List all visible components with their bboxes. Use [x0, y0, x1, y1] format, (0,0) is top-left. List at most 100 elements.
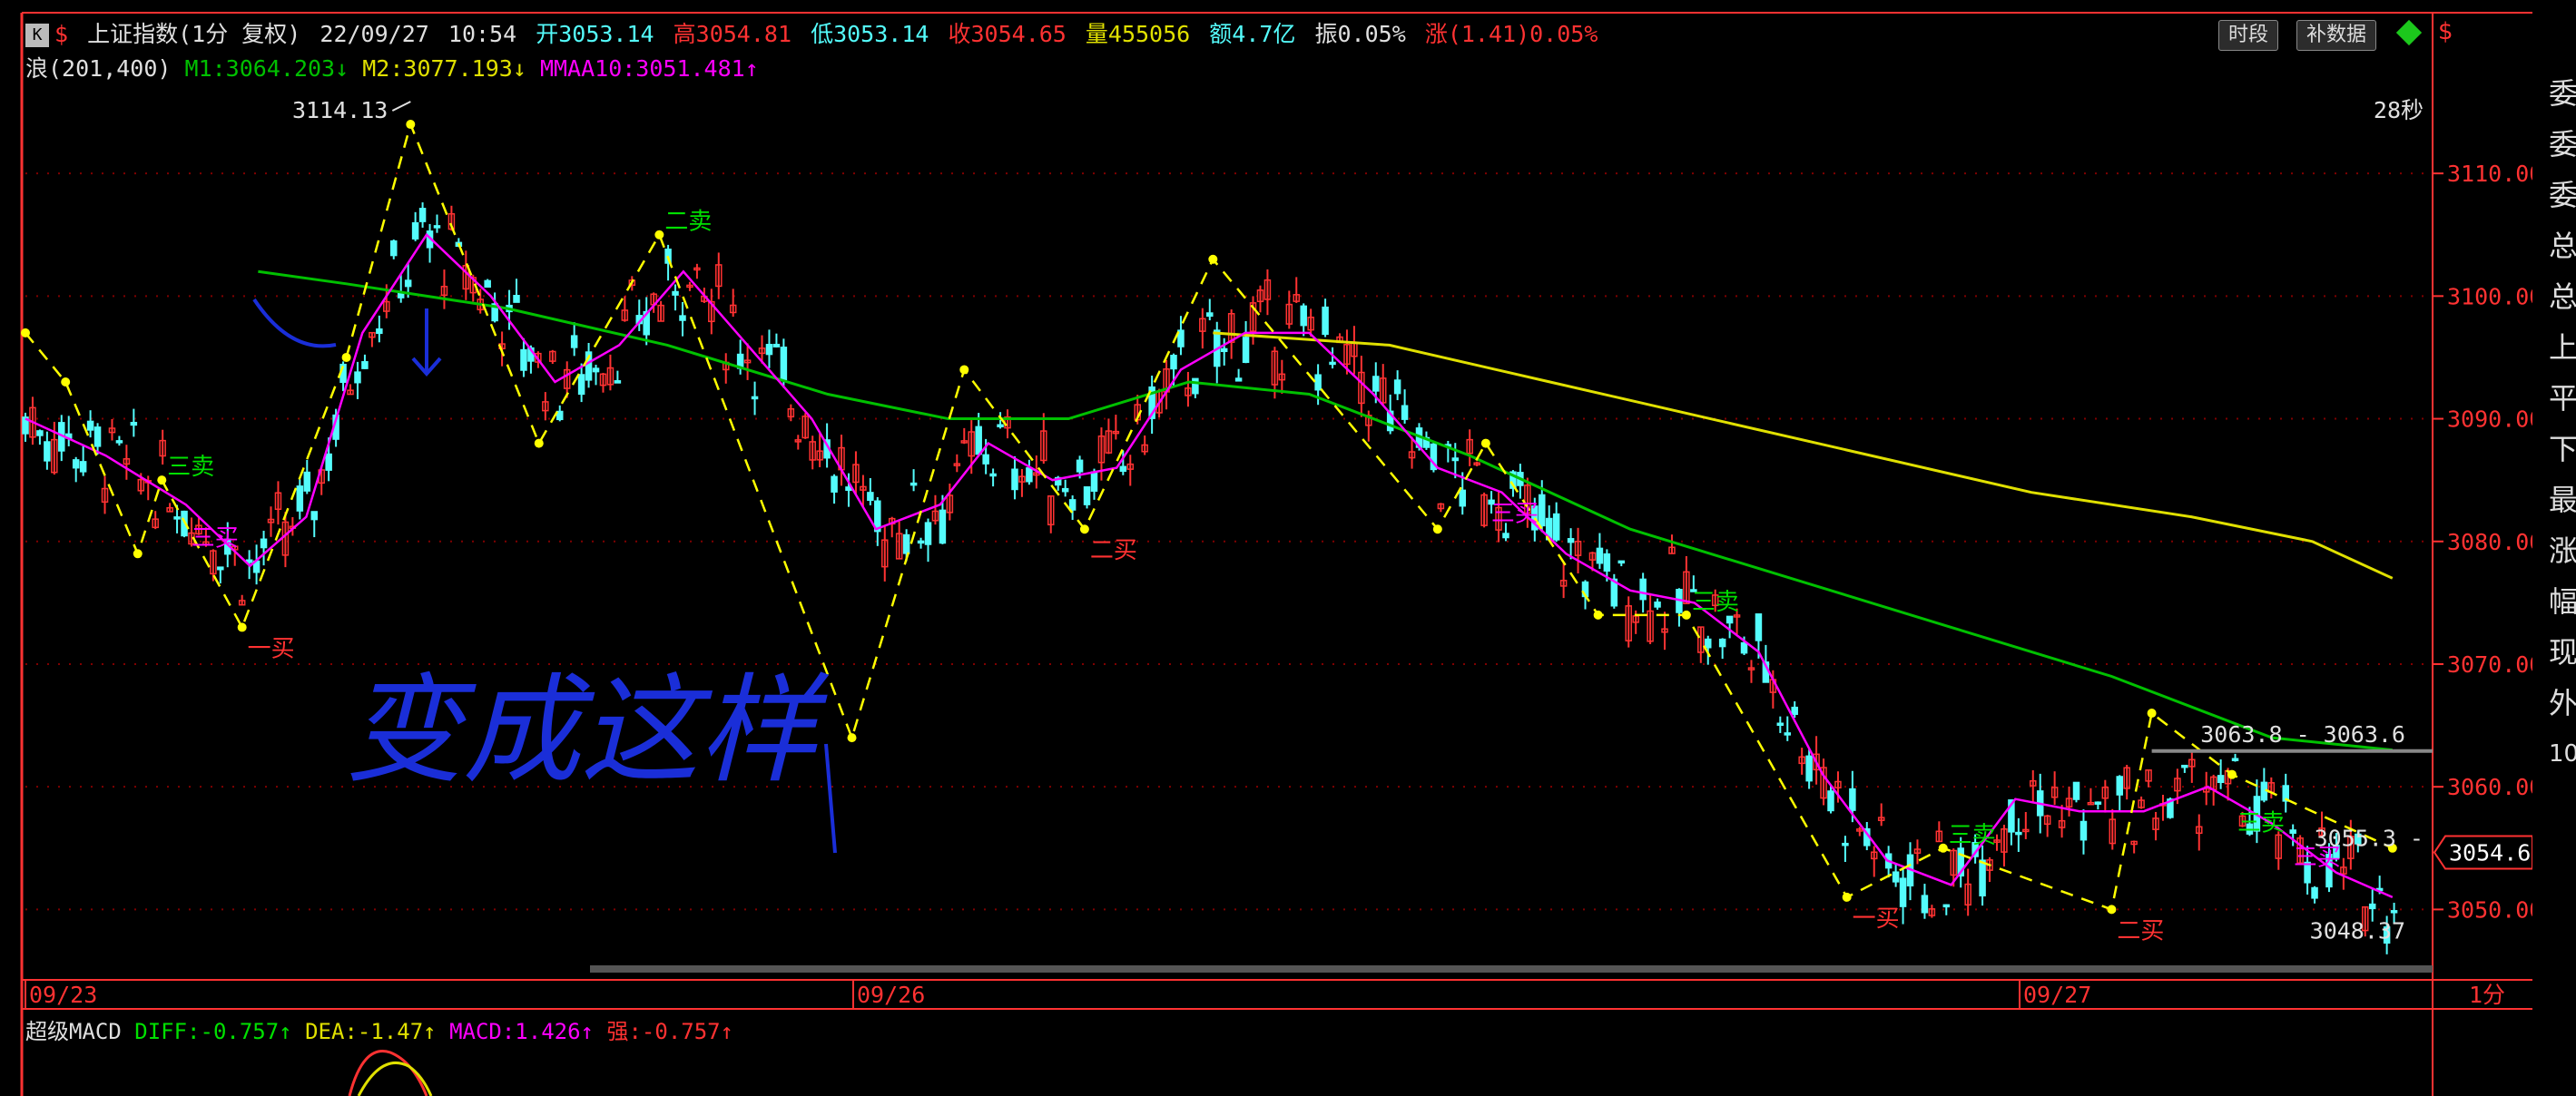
- wave-point: [1432, 524, 1442, 534]
- horizontal-scrollbar: [590, 965, 2433, 973]
- hand-stroke: [824, 743, 837, 854]
- candle-body: [1234, 377, 1243, 382]
- candle-body: [570, 335, 578, 348]
- candle-body: [1206, 312, 1214, 318]
- candle-body: [72, 459, 80, 469]
- y-tick-label: 3100.00: [2447, 283, 2532, 309]
- candle-body: [1942, 904, 1951, 908]
- candle-body: [361, 361, 369, 369]
- candle-body: [1372, 376, 1380, 392]
- candle-body: [303, 471, 311, 492]
- candle-body: [1314, 374, 1322, 391]
- wave-point: [1842, 892, 1852, 902]
- candle-body: [115, 440, 123, 444]
- candle-body: [765, 344, 773, 356]
- handwriting-annotation: 变成这样: [345, 661, 830, 799]
- candle-body: [1704, 638, 1712, 649]
- candle-body: [1805, 755, 1813, 782]
- candle-body: [296, 485, 304, 512]
- right-panel-char: 平: [2549, 381, 2576, 416]
- candle-body: [1849, 788, 1856, 811]
- y-tick-label: 3060.00: [2447, 774, 2532, 800]
- wave-point: [2227, 769, 2237, 779]
- candle-body: [411, 221, 419, 240]
- candle-body: [1220, 347, 1228, 353]
- candle-body: [831, 475, 838, 493]
- candle-body: [1459, 489, 1466, 507]
- macd-header: 超级MACD DIFF:-0.757↑ DEA:-1.47↑ MACD:1.42…: [25, 1019, 734, 1044]
- candle-body: [1192, 377, 1199, 395]
- candle-body: [1083, 486, 1091, 505]
- candle-body: [1654, 602, 1661, 608]
- candle-body: [1502, 533, 1509, 539]
- candle-body: [390, 240, 398, 257]
- candle-body: [1401, 405, 1409, 420]
- candle-body: [260, 538, 268, 549]
- wave-point: [406, 120, 416, 130]
- right-mid-annotation: 3055.3 -: [2315, 826, 2424, 852]
- low-annotation: 3048.37: [2310, 917, 2405, 944]
- candle-body: [1842, 842, 1849, 846]
- candle-body: [2368, 903, 2376, 910]
- candle-body: [909, 482, 918, 486]
- right-panel-char: 总: [2549, 279, 2576, 314]
- high-annotation-line: [391, 101, 411, 112]
- candle-body: [902, 533, 910, 554]
- right-panel-char: 涨: [2549, 533, 2576, 568]
- candle-body: [1242, 337, 1250, 364]
- wave-point: [959, 365, 969, 375]
- candle-body: [592, 367, 600, 373]
- candle-body: [1451, 457, 1460, 462]
- right-panel-char: 现: [2549, 635, 2576, 670]
- wave-point: [133, 549, 143, 559]
- macd-dea: DEA:-1.47: [305, 1019, 424, 1044]
- y-tick-label: 3090.00: [2447, 406, 2532, 433]
- right-panel-char: 外: [2549, 686, 2576, 720]
- right-panel-char: 幅: [2549, 584, 2576, 619]
- candle-body: [173, 516, 181, 520]
- candle-body: [1899, 877, 1907, 907]
- wave-point: [2147, 709, 2157, 719]
- wave-point: [1593, 610, 1603, 620]
- candle-body: [1639, 578, 1647, 601]
- candle-body: [1329, 361, 1336, 366]
- candle-body: [1552, 513, 1560, 541]
- wave-point: [847, 733, 857, 743]
- candle-body: [513, 295, 520, 303]
- candle-body: [997, 424, 1004, 427]
- candle-body: [2231, 758, 2239, 761]
- macd-name: 超级MACD: [25, 1019, 122, 1044]
- candle-body: [1603, 553, 1611, 572]
- candle-body: [310, 511, 318, 521]
- signal-label: 三买: [1491, 501, 1539, 528]
- candle-body: [1026, 467, 1033, 483]
- candle-body: [484, 279, 491, 289]
- signal-label: 三卖: [1692, 589, 1739, 616]
- right-high-annotation: 3063.8 - 3063.6: [2200, 721, 2405, 748]
- candle-body: [1892, 871, 1900, 883]
- x-tick-label: 09/26: [857, 982, 925, 1008]
- candle-body: [36, 430, 44, 436]
- candle-body: [1740, 641, 1748, 654]
- candle-body: [1617, 560, 1626, 564]
- candle-body: [2390, 910, 2398, 914]
- wave-point: [1208, 254, 1218, 264]
- hand-arrow-1: [252, 298, 337, 348]
- wave-point: [1079, 524, 1089, 534]
- candle-body: [1068, 499, 1077, 511]
- candle-body: [217, 566, 224, 571]
- candle-body: [1061, 487, 1069, 493]
- candle-body: [772, 343, 781, 347]
- signal-label: 三卖: [167, 454, 214, 481]
- candle-body: [917, 540, 925, 544]
- wave-point: [237, 622, 247, 632]
- candle-body: [1784, 732, 1792, 736]
- candle-body: [376, 328, 383, 335]
- right-panel-char: 下: [2549, 432, 2576, 466]
- candle-body: [93, 426, 102, 447]
- wave-point: [1480, 438, 1490, 448]
- y-tick-label: 3110.00: [2447, 161, 2532, 187]
- candle-body: [679, 315, 686, 321]
- candle-body: [975, 426, 982, 455]
- kline-chart[interactable]: 3050.00 3060.00 3070.00 3080.00 3090.00 3100.…: [0, 0, 2532, 1096]
